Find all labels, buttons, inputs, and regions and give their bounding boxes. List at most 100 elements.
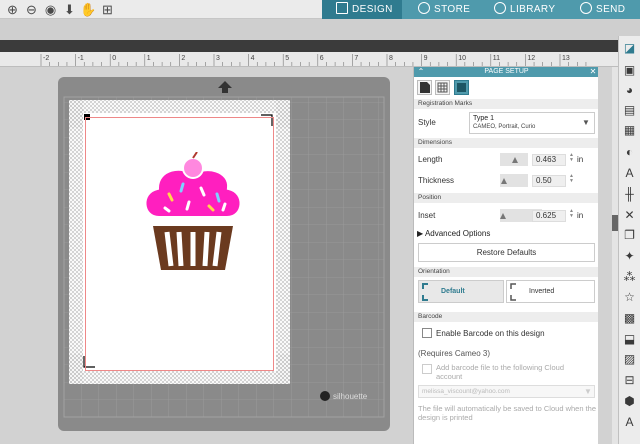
orientation-inverted-icon <box>510 283 516 301</box>
horizontal-ruler: -2 -1 0 1 2 3 4 5 6 7 8 9 10 11 12 13 <box>0 52 618 67</box>
ruler-label: 12 <box>527 55 535 62</box>
layers-icon[interactable]: ⊟ <box>622 373 637 388</box>
store-icon <box>418 2 430 14</box>
ruler-label: 10 <box>458 55 466 62</box>
orientation-default-icon <box>422 283 428 301</box>
thickness-slider[interactable] <box>500 174 528 187</box>
length-stepper[interactable]: ▲ ▼ <box>569 153 574 163</box>
section-position: Position <box>414 193 598 203</box>
ruler-label: 11 <box>493 55 500 62</box>
enable-barcode-label: Enable Barcode on this design <box>436 329 545 338</box>
orientation-default[interactable]: Default <box>418 280 504 303</box>
grid-icon <box>336 2 348 14</box>
font-icon[interactable]: A <box>622 415 637 430</box>
ruler-label: 4 <box>251 55 255 62</box>
main-tabs: DESIGN STORE LIBRARY SEND <box>322 0 640 19</box>
thickness-label: Thickness <box>418 176 455 185</box>
tab-send[interactable]: SEND <box>580 0 625 19</box>
inset-unit: in <box>577 211 584 220</box>
length-unit: in <box>577 155 584 164</box>
fit-page-icon[interactable]: ⊞ <box>99 1 116 18</box>
library-icon[interactable]: ⬢ <box>622 394 637 409</box>
ruler-label: 9 <box>424 55 428 62</box>
palette-icon[interactable]: ◕ <box>622 83 637 98</box>
tab-page-icon[interactable] <box>417 80 432 95</box>
gradient-icon[interactable]: ▦ <box>622 123 637 138</box>
cupcake-design[interactable] <box>137 152 249 276</box>
tab-design[interactable]: DESIGN <box>322 0 402 19</box>
enable-barcode-checkbox[interactable] <box>422 328 432 338</box>
inset-label: Inset <box>418 211 436 220</box>
thickness-stepper[interactable]: ▲ ▼ <box>569 174 574 184</box>
collapse-icon[interactable]: ⌃ <box>416 67 426 77</box>
ruler-label: 7 <box>354 55 358 62</box>
add-barcode-label: Add barcode file to the following Cloud … <box>436 363 564 381</box>
ruler-label: 1 <box>147 55 151 62</box>
ruler-label: -1 <box>78 55 84 62</box>
registration-icon[interactable]: ▣ <box>622 63 637 78</box>
top-toolbar: ⊕ ⊖ ◉ ⬇ ✋ ⊞ DESIGN STORE LIBRARY SEND <box>0 0 640 19</box>
mat-brand: silhouette <box>333 392 368 401</box>
zoom-out-icon[interactable]: ⊖ <box>23 1 40 18</box>
ruler-label: -2 <box>43 55 49 62</box>
ruler-label: 8 <box>389 55 393 62</box>
zoom-in-icon[interactable]: ⊕ <box>4 1 21 18</box>
ruler-label: 3 <box>216 55 220 62</box>
ruler-label: 6 <box>320 55 324 62</box>
ruler-label: 13 <box>562 55 570 62</box>
inset-input[interactable]: 0.625 <box>532 210 566 222</box>
text-icon[interactable]: A <box>622 166 637 181</box>
tab-store[interactable]: STORE <box>418 0 470 19</box>
send-icon <box>580 2 592 14</box>
right-toolbar: ◪ ▣ ◕ ▤ ▦ ◐ A ╫ ✕ ❐ ✦ ⁂ ☆ ▩ ⬓ ▨ ⊟ ⬢ A <box>618 36 640 444</box>
dropdown-arrow-icon: ▼ <box>584 387 592 396</box>
section-orientation: Orientation <box>414 267 598 277</box>
close-icon[interactable]: ✕ <box>588 67 598 77</box>
tab-grid-icon[interactable] <box>435 80 450 95</box>
style-select[interactable]: Type 1 CAMEO, Portrait, Curio ▼ <box>469 112 595 134</box>
requires-note: (Requires Cameo 3) <box>418 349 491 358</box>
expand-arrow-icon: ▶ <box>417 229 425 238</box>
cloud-icon <box>494 2 506 14</box>
page-setup-icon[interactable]: ◪ <box>622 41 637 56</box>
silhouette-logo-icon <box>320 391 330 401</box>
add-barcode-checkbox[interactable] <box>422 364 432 374</box>
ruler-label: 2 <box>181 55 185 62</box>
move-down-icon[interactable]: ⬇ <box>61 1 78 18</box>
orientation-inverted[interactable]: Inverted <box>506 280 595 303</box>
transform-icon[interactable]: ✕ <box>622 208 637 223</box>
dropdown-arrow-icon: ▼ <box>582 118 590 127</box>
replicate-icon[interactable]: ❐ <box>622 228 637 243</box>
align-icon[interactable]: ╫ <box>622 187 637 202</box>
shape-icon[interactable]: ☆ <box>622 290 637 305</box>
advanced-options-toggle[interactable]: ▶ Advanced Options <box>417 229 490 238</box>
feed-direction-arrow-icon <box>218 81 232 93</box>
contrast-icon[interactable]: ◐ <box>622 145 637 160</box>
tab-library[interactable]: LIBRARY <box>494 0 555 19</box>
style-value: Type 1 <box>473 115 495 122</box>
trace-icon[interactable]: ⬓ <box>622 332 637 347</box>
pan-hand-icon[interactable]: ✋ <box>80 1 97 18</box>
style-desc: CAMEO, Portrait, Curio <box>473 124 536 130</box>
fill-icon[interactable]: ▤ <box>622 103 637 118</box>
thickness-input[interactable]: 0.50 <box>532 175 566 187</box>
sparkle-icon[interactable]: ⁂ <box>622 270 637 285</box>
length-input[interactable]: 0.463 <box>532 154 566 166</box>
barcode-note: The file will automatically be saved to … <box>418 404 597 422</box>
ruler-label: 5 <box>285 55 289 62</box>
cloud-account-select[interactable]: melissa_viscount@yahoo.com ▼ <box>418 385 595 398</box>
section-registration: Registration Marks <box>414 99 598 109</box>
zoom-fit-icon[interactable]: ◉ <box>42 1 59 18</box>
restore-defaults-button[interactable]: Restore Defaults <box>418 243 595 262</box>
offset-icon[interactable]: ▩ <box>622 311 637 326</box>
tab-registration-icon[interactable] <box>454 80 469 95</box>
section-dimensions: Dimensions <box>414 138 598 148</box>
sketch-icon[interactable]: ▨ <box>622 352 637 367</box>
page-setup-panel: PAGE SETUP ⌃ ✕ Registration Marks Style … <box>413 67 598 444</box>
toolbar-divider <box>0 40 618 52</box>
ruler-ticks: -2 -1 0 1 2 3 4 5 6 7 8 9 10 11 12 13 <box>40 54 587 66</box>
inset-stepper[interactable]: ▲ ▼ <box>569 209 574 219</box>
star-icon[interactable]: ✦ <box>622 249 637 264</box>
length-slider[interactable] <box>500 153 528 166</box>
style-label: Style <box>418 118 436 127</box>
